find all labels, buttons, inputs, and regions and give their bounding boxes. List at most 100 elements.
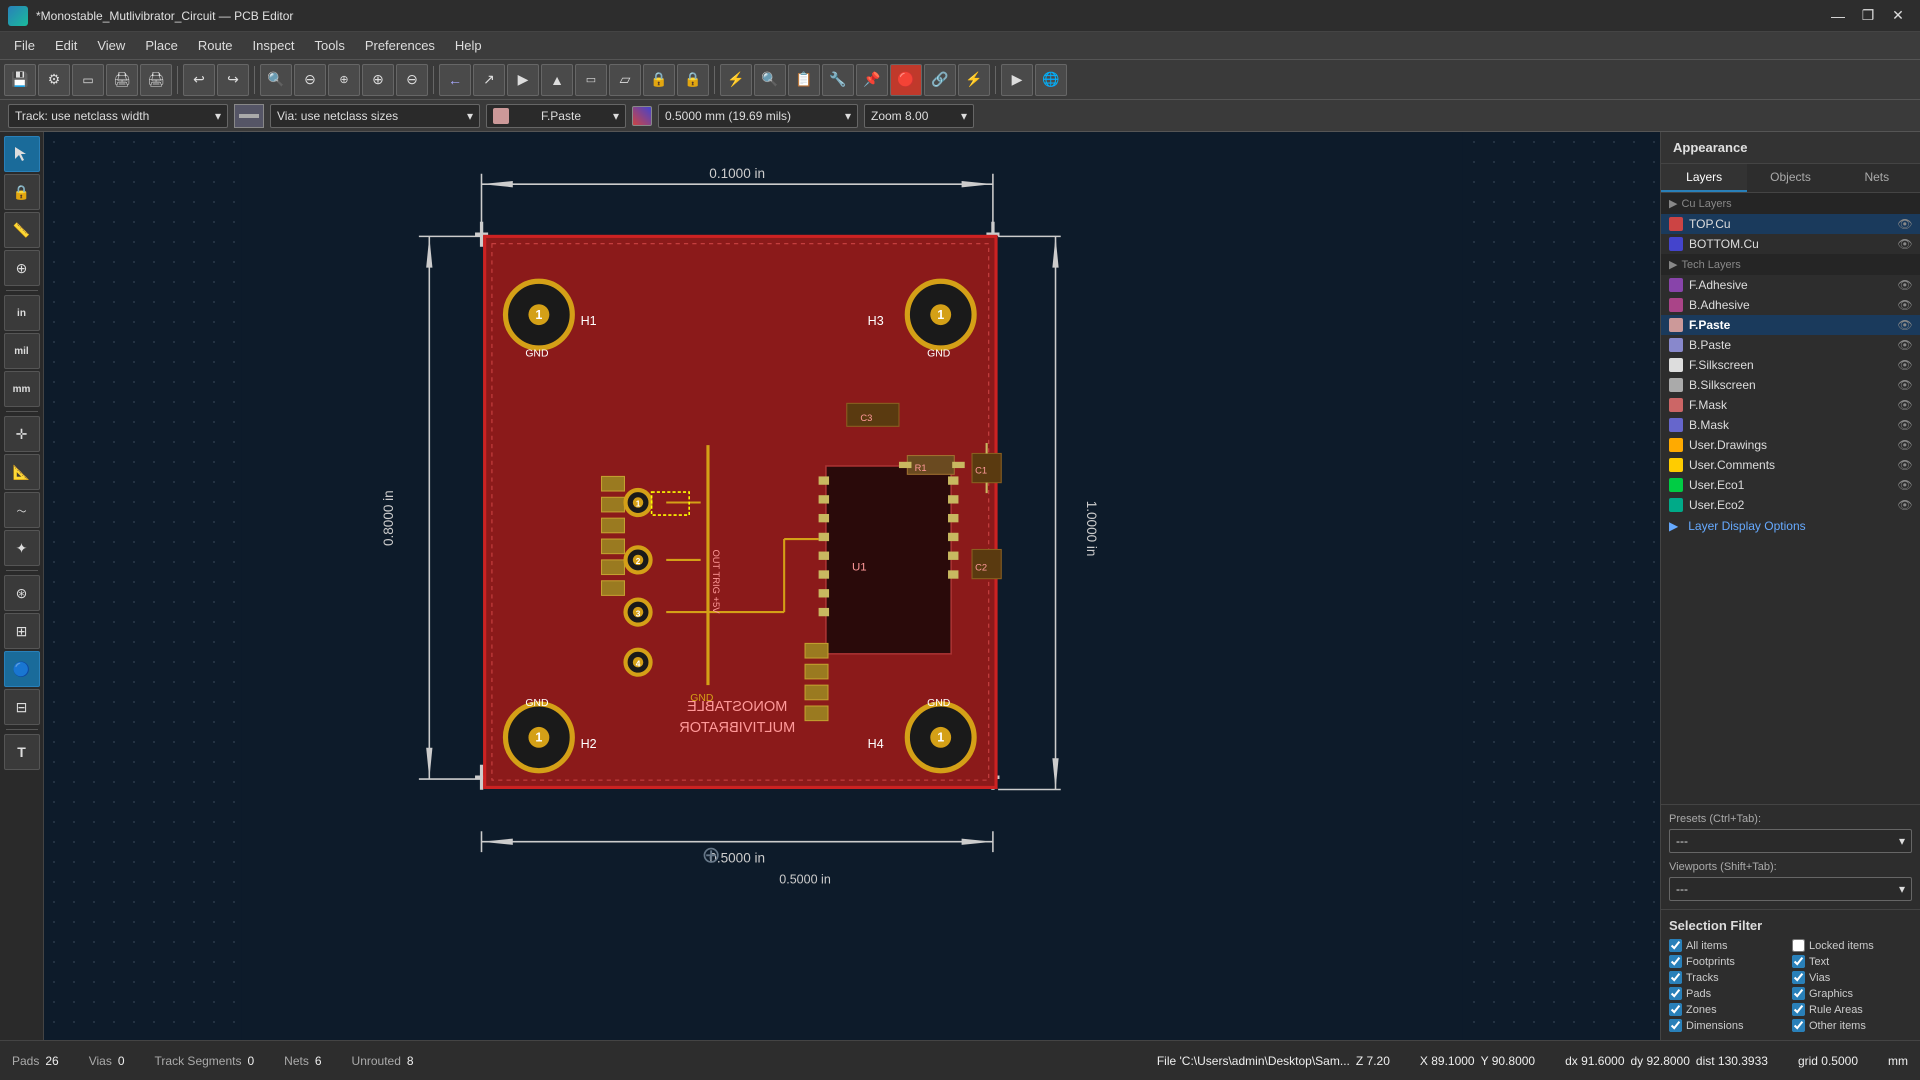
layer-f-paste[interactable]: F.Paste 👁	[1661, 315, 1920, 335]
layer-b-silkscreen[interactable]: B.Silkscreen 👁	[1661, 375, 1920, 395]
layer-top-cu[interactable]: TOP.Cu 👁	[1661, 214, 1920, 234]
layer-dropdown[interactable]: F.Paste ▾	[486, 104, 626, 128]
menu-route[interactable]: Route	[188, 34, 243, 57]
interactive-router-button[interactable]: 🔵	[4, 651, 40, 687]
sf-other-check[interactable]	[1792, 1019, 1805, 1032]
bottom-cu-visibility[interactable]: 👁	[1898, 237, 1912, 251]
color-picker-button[interactable]	[632, 106, 652, 126]
layer-b-adhesive[interactable]: B.Adhesive 👁	[1661, 295, 1920, 315]
sf-tracks-check[interactable]	[1669, 971, 1682, 984]
settings-button[interactable]: ⚙	[38, 64, 70, 96]
lock-tool-button[interactable]: 🔒	[4, 174, 40, 210]
menu-view[interactable]: View	[87, 34, 135, 57]
layer-user-eco2[interactable]: User.Eco2 👁	[1661, 495, 1920, 515]
sf-dimensions-check[interactable]	[1669, 1019, 1682, 1032]
zoom-out-button[interactable]: ⊖	[294, 64, 326, 96]
sf-zones-check[interactable]	[1669, 1003, 1682, 1016]
b-mask-visibility[interactable]: 👁	[1898, 418, 1912, 432]
zoom-fit-button[interactable]: ⊕	[328, 64, 360, 96]
letter-t-button[interactable]: T	[4, 734, 40, 770]
layer-f-silkscreen[interactable]: F.Silkscreen 👁	[1661, 355, 1920, 375]
f-adhesive-visibility[interactable]: 👁	[1898, 278, 1912, 292]
run-drc-button[interactable]: ▶	[507, 64, 539, 96]
f-silk-visibility[interactable]: 👁	[1898, 358, 1912, 372]
sf-graphics-check[interactable]	[1792, 987, 1805, 1000]
menu-place[interactable]: Place	[135, 34, 188, 57]
snap-button[interactable]: ✛	[4, 416, 40, 452]
save-button[interactable]: 💾	[4, 64, 36, 96]
globe-button[interactable]: 🌐	[1035, 64, 1067, 96]
scripting-button[interactable]: ▶	[1001, 64, 1033, 96]
tools-button[interactable]: 🔧	[822, 64, 854, 96]
print2-button[interactable]: 🖨	[140, 64, 172, 96]
f-mask-visibility[interactable]: 👁	[1898, 398, 1912, 412]
sf-all-items-check[interactable]	[1669, 939, 1682, 952]
sf-pads-check[interactable]	[1669, 987, 1682, 1000]
sf-vias-check[interactable]	[1792, 971, 1805, 984]
maximize-button[interactable]: ❐	[1854, 6, 1882, 26]
redo-button[interactable]: ↪	[217, 64, 249, 96]
menu-edit[interactable]: Edit	[45, 34, 87, 57]
zoom-in-button[interactable]: ⊕	[362, 64, 394, 96]
layer-f-adhesive[interactable]: F.Adhesive 👁	[1661, 275, 1920, 295]
back-annotation-button[interactable]: ↗	[473, 64, 505, 96]
user-draw-visibility[interactable]: 👁	[1898, 438, 1912, 452]
flash-button[interactable]: ⚡	[958, 64, 990, 96]
layer-display-options[interactable]: ▶ Layer Display Options	[1661, 515, 1920, 537]
menu-help[interactable]: Help	[445, 34, 492, 57]
ruler-button[interactable]: 📐	[4, 454, 40, 490]
page-settings-button[interactable]: ▭	[72, 64, 104, 96]
user-comm-visibility[interactable]: 👁	[1898, 458, 1912, 472]
track-style-button[interactable]	[234, 104, 264, 128]
route-button[interactable]: 〜	[4, 492, 40, 528]
layer-b-mask[interactable]: B.Mask 👁	[1661, 415, 1920, 435]
track-width-dropdown[interactable]: Track: use netclass width ▾	[8, 104, 228, 128]
clipboard-button[interactable]: 📋	[788, 64, 820, 96]
menu-preferences[interactable]: Preferences	[355, 34, 445, 57]
menu-file[interactable]: File	[4, 34, 45, 57]
group-button[interactable]: ⊞	[4, 613, 40, 649]
viewports-dropdown[interactable]: --- ▾	[1669, 877, 1912, 901]
top-cu-visibility[interactable]: 👁	[1898, 217, 1912, 231]
layer-f-mask[interactable]: F.Mask 👁	[1661, 395, 1920, 415]
user-eco2-visibility[interactable]: 👁	[1898, 498, 1912, 512]
menu-tools[interactable]: Tools	[304, 34, 354, 57]
net-button[interactable]: ✦	[4, 530, 40, 566]
ungroup-button[interactable]: ⊟	[4, 689, 40, 725]
menu-inspect[interactable]: Inspect	[243, 34, 305, 57]
zoom-dropdown[interactable]: Zoom 8.00 ▾	[864, 104, 974, 128]
f-paste-visibility[interactable]: 👁	[1898, 318, 1912, 332]
layer-user-drawings[interactable]: User.Drawings 👁	[1661, 435, 1920, 455]
b-adhesive-visibility[interactable]: 👁	[1898, 298, 1912, 312]
unit-in-button[interactable]: in	[4, 295, 40, 331]
update-pcb-button[interactable]: ⚡	[720, 64, 752, 96]
unit-mm-button[interactable]: mm	[4, 371, 40, 407]
via-size-dropdown[interactable]: Via: use netclass sizes ▾	[270, 104, 480, 128]
layer-group-header[interactable]: ▶ Cu Layers	[1661, 193, 1920, 214]
tech-layers-group[interactable]: ▶ Tech Layers	[1661, 254, 1920, 275]
sf-text-check[interactable]	[1792, 955, 1805, 968]
print-button[interactable]: 🖨	[106, 64, 138, 96]
layer-bottom-cu[interactable]: BOTTOM.Cu 👁	[1661, 234, 1920, 254]
b-paste-visibility[interactable]: 👁	[1898, 338, 1912, 352]
net-inspector-button[interactable]: ▱	[609, 64, 641, 96]
drc-button[interactable]: 🔴	[890, 64, 922, 96]
sf-locked-check[interactable]	[1792, 939, 1805, 952]
pcb-drawing[interactable]: 0.1000 in 0.8000 in 1.0000 in 0.5000 in	[44, 132, 1660, 1040]
link-button[interactable]: 🔗	[924, 64, 956, 96]
pin-button[interactable]: 📌	[856, 64, 888, 96]
tab-layers[interactable]: Layers	[1661, 164, 1747, 192]
layer-user-comments[interactable]: User.Comments 👁	[1661, 455, 1920, 475]
unit-mil-button[interactable]: mil	[4, 333, 40, 369]
3d-view-button[interactable]: ▲	[541, 64, 573, 96]
sf-footprints-check[interactable]	[1669, 955, 1682, 968]
pcb-canvas-area[interactable]: 0.1000 in 0.8000 in 1.0000 in 0.5000 in	[44, 132, 1660, 1040]
close-button[interactable]: ✕	[1884, 6, 1912, 26]
layer-b-paste[interactable]: B.Paste 👁	[1661, 335, 1920, 355]
inspect-button[interactable]: 🔍	[754, 64, 786, 96]
undo-button[interactable]: ↩	[183, 64, 215, 96]
measure-tool-button[interactable]: 📏	[4, 212, 40, 248]
highlight-net-button[interactable]: ←	[439, 64, 471, 96]
tab-nets[interactable]: Nets	[1834, 164, 1920, 192]
size-dropdown[interactable]: 0.5000 mm (19.69 mils) ▾	[658, 104, 858, 128]
